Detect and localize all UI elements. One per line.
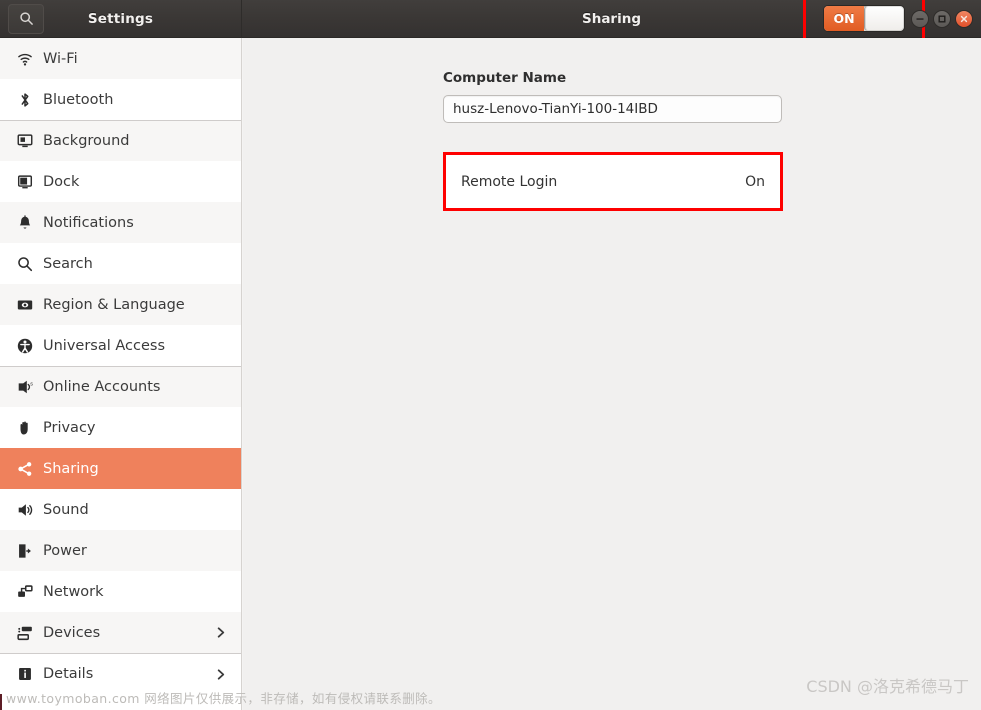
sidebar-item-bluetooth[interactable]: Bluetooth <box>0 79 241 120</box>
sharing-master-toggle[interactable]: ON <box>823 5 905 32</box>
sidebar-item-background[interactable]: Background <box>0 120 241 161</box>
search-icon <box>10 255 40 273</box>
main-panel: Computer Name Remote Login On <box>243 38 981 710</box>
maximize-icon <box>937 14 947 24</box>
sidebar-item-dock[interactable]: Dock <box>0 161 241 202</box>
titlebar-left: Settings <box>0 0 242 38</box>
sidebar-item-label: Details <box>43 666 94 682</box>
remote-login-status: On <box>745 173 765 190</box>
sidebar-item-label: Network <box>43 583 104 600</box>
search-button[interactable] <box>8 3 44 34</box>
minimize-button[interactable] <box>911 9 929 28</box>
chevron-right-icon <box>214 626 227 639</box>
online-accounts-icon: s <box>10 378 40 396</box>
csdn-watermark: CSDN @洛克希德马丁 <box>806 677 969 696</box>
sidebar-item-online-accounts[interactable]: s Online Accounts <box>0 366 241 407</box>
toymoban-watermark: www.toymoban.com 网络图片仅供展示，非存储，如有侵权请联系删除。 <box>6 691 441 706</box>
titlebar: Settings Sharing ON <box>0 0 981 41</box>
search-icon <box>19 11 34 26</box>
bluetooth-icon <box>10 91 40 109</box>
svg-text:s: s <box>30 381 33 387</box>
region-language-icon <box>10 296 40 314</box>
settings-window: Settings Sharing ON Wi-Fi Bluetooth Back… <box>0 0 981 710</box>
sidebar-item-network[interactable]: Network <box>0 571 241 612</box>
sidebar-item-power[interactable]: Power <box>0 530 241 571</box>
minimize-icon <box>915 14 925 24</box>
sidebar-item-privacy[interactable]: Privacy <box>0 407 241 448</box>
sharing-content: Computer Name Remote Login On <box>443 70 783 211</box>
share-icon <box>10 460 40 478</box>
sharing-toggle-highlight: ON <box>803 0 925 41</box>
sidebar-item-label: Notifications <box>43 214 134 231</box>
sidebar-item-label: Wi-Fi <box>43 50 78 67</box>
sidebar-item-label: Sound <box>43 501 89 518</box>
sidebar-item-sound[interactable]: Sound <box>0 489 241 530</box>
sidebar-item-label: Devices <box>43 624 101 641</box>
maximize-button[interactable] <box>933 9 951 28</box>
background-icon <box>10 132 40 150</box>
computer-name-label: Computer Name <box>443 70 567 86</box>
sidebar-item-label: Sharing <box>43 460 99 477</box>
wifi-icon <box>10 50 40 68</box>
settings-sidebar[interactable]: Wi-Fi Bluetooth Background Dock Notification… <box>0 38 242 710</box>
sidebar-item-sharing[interactable]: Sharing <box>0 448 241 489</box>
sidebar-item-label: Online Accounts <box>43 379 161 395</box>
sidebar-item-label: Power <box>43 542 87 559</box>
sidebar-item-label: Privacy <box>43 419 96 436</box>
accessibility-icon <box>10 337 40 355</box>
sidebar-item-label: Dock <box>43 173 80 190</box>
sidebar-item-label: Bluetooth <box>43 91 114 108</box>
bell-icon <box>10 214 40 232</box>
sidebar-item-label: Search <box>43 255 93 272</box>
chevron-right-icon <box>214 668 227 681</box>
remote-login-row[interactable]: Remote Login On <box>443 152 783 211</box>
toggle-state-label: ON <box>824 6 864 31</box>
power-icon <box>10 542 40 560</box>
dock-icon <box>10 173 40 191</box>
close-button[interactable] <box>955 9 973 28</box>
sidebar-item-devices[interactable]: Devices <box>0 612 241 653</box>
computer-name-input[interactable] <box>443 95 782 123</box>
sidebar-item-notifications[interactable]: Notifications <box>0 202 241 243</box>
network-icon <box>10 583 40 601</box>
sidebar-item-label: Background <box>43 133 130 149</box>
devices-icon <box>10 624 40 642</box>
sidebar-item-universal-access[interactable]: Universal Access <box>0 325 241 366</box>
sidebar-item-label: Universal Access <box>43 337 166 354</box>
sidebar-item-search[interactable]: Search <box>0 243 241 284</box>
hand-icon <box>10 419 40 437</box>
close-icon <box>959 14 969 24</box>
sidebar-item-wi-fi[interactable]: Wi-Fi <box>0 38 241 79</box>
toggle-knob[interactable] <box>864 6 904 31</box>
info-icon <box>10 665 40 683</box>
speaker-icon <box>10 501 40 519</box>
sidebar-item-region-language[interactable]: Region & Language <box>0 284 241 325</box>
titlebar-right: Sharing ON <box>242 0 981 41</box>
window-controls <box>911 9 973 28</box>
remote-login-label: Remote Login <box>461 173 558 190</box>
sidebar-item-label: Region & Language <box>43 296 185 313</box>
